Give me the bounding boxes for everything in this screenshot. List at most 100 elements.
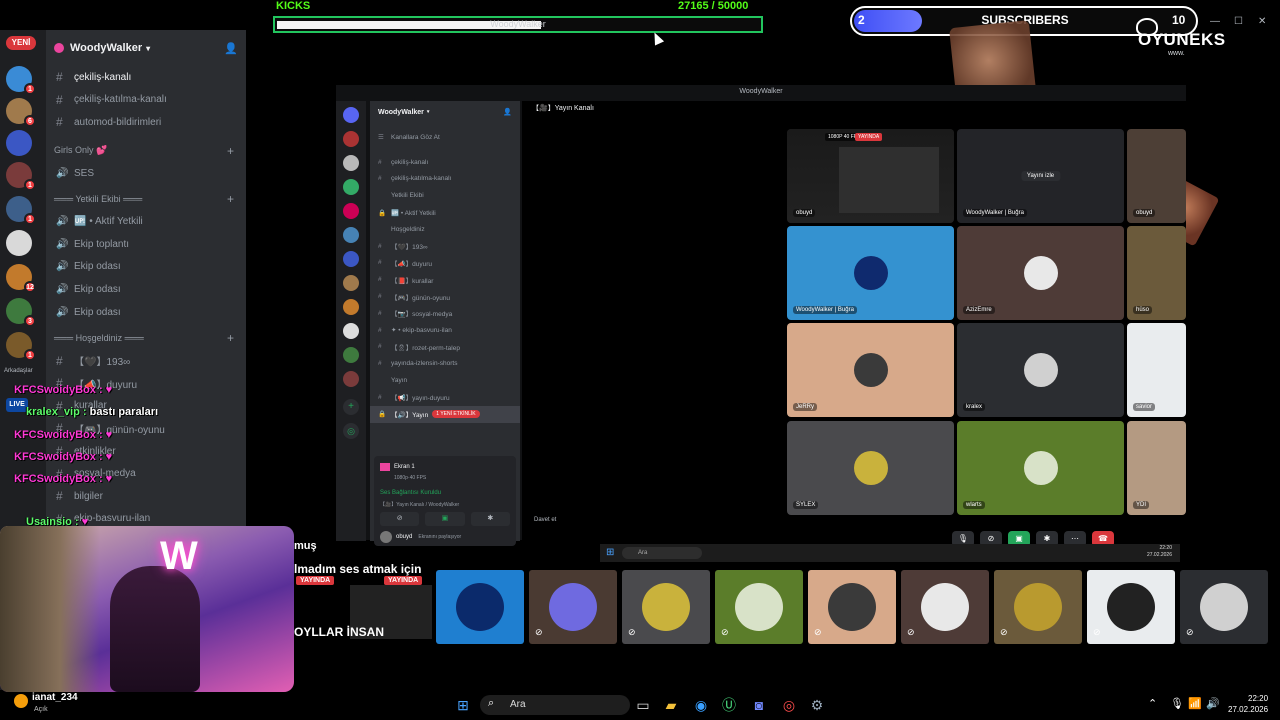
- maximize-icon[interactable]: ☐: [1234, 16, 1243, 27]
- volume-icon[interactable]: 🔊: [1206, 697, 1220, 710]
- server-icon[interactable]: 1: [6, 66, 36, 95]
- server-icon[interactable]: [343, 347, 359, 363]
- inner-channel[interactable]: # 【📕】kurallar: [370, 271, 520, 288]
- strip-participant-tile[interactable]: ⊘: [901, 570, 989, 644]
- taskbar-search[interactable]: Ara: [480, 695, 630, 715]
- inner-channel[interactable]: # ✦ • ekip-basvuru-ilan: [370, 322, 520, 339]
- category-girls-only[interactable]: Girls Only 💕 +: [46, 140, 246, 162]
- server-icon[interactable]: [6, 230, 32, 256]
- explore-icon[interactable]: ◎: [343, 423, 359, 439]
- network-icon[interactable]: 📶: [1188, 697, 1202, 710]
- inner-channel[interactable]: # yayında-izlensin-shorts: [370, 355, 520, 372]
- discord-icon[interactable]: ◙: [750, 696, 768, 714]
- inner-channel[interactable]: # 【📣】duyuru: [370, 255, 520, 272]
- windows-start-icon[interactable]: ⊞: [454, 696, 472, 714]
- activities-button[interactable]: ✱: [470, 512, 510, 526]
- obs-icon[interactable]: ◎: [780, 696, 798, 714]
- inner-voice-channel-active[interactable]: 🔒 【🔊】Yayın 1 YENİ ETKİNLİK: [370, 405, 520, 423]
- strip-participant-tile[interactable]: ⊘: [529, 570, 617, 644]
- taskbar-clock[interactable]: 22:20 27.02.2026: [1228, 693, 1268, 715]
- category-staff[interactable]: ═══ Yetkili Ekibi ═══ +: [46, 188, 246, 210]
- server-icon[interactable]: [343, 275, 359, 291]
- participant-tile[interactable]: kralex: [957, 323, 1124, 417]
- strip-participant-tile[interactable]: ⊘: [808, 570, 896, 644]
- channel-cekilis-kanali[interactable]: # çekiliş-kanalı: [46, 66, 246, 89]
- camera-off-button[interactable]: ⊘: [380, 512, 420, 526]
- server-icon[interactable]: [343, 251, 359, 267]
- task-view-icon[interactable]: ▭: [634, 696, 652, 714]
- add-server-icon[interactable]: +: [343, 399, 359, 415]
- participant-tile[interactable]: savior: [1127, 323, 1186, 417]
- voice-channel-ekip-odasi[interactable]: 🔊 Ekip odası: [46, 256, 246, 279]
- inner-channel[interactable]: # çekiliş-kanalı: [370, 154, 520, 171]
- server-icon[interactable]: 1: [6, 162, 36, 191]
- server-icon[interactable]: [6, 130, 32, 156]
- edge-icon[interactable]: ◉: [692, 696, 710, 714]
- server-icon[interactable]: 3: [6, 298, 36, 327]
- server-icon[interactable]: [343, 323, 359, 339]
- participant-tile[interactable]: wlarts: [957, 421, 1124, 515]
- server-icon[interactable]: 12: [6, 264, 36, 293]
- channel-193[interactable]: # 【🖤】193∞: [46, 349, 246, 372]
- minimize-icon[interactable]: —: [1210, 16, 1220, 27]
- participant-tile[interactable]: AzizEmre: [957, 226, 1124, 320]
- voice-channel-ekip-odasi[interactable]: 🔊 Ekip odası: [46, 278, 246, 301]
- server-icon[interactable]: [343, 179, 359, 195]
- strip-participant-tile[interactable]: ⊘: [715, 570, 803, 644]
- voice-channel-ses[interactable]: 🔊 SES: [46, 162, 246, 185]
- inner-category[interactable]: Hoşgeldiniz: [370, 221, 520, 238]
- strip-participant-tile[interactable]: ⊘: [994, 570, 1082, 644]
- file-explorer-icon[interactable]: ▰: [662, 696, 680, 714]
- inner-channel[interactable]: # 【📢】yayın-duyuru: [370, 389, 520, 406]
- participant-tile[interactable]: hüso: [1127, 226, 1186, 320]
- server-icon[interactable]: 1: [6, 196, 36, 225]
- strip-participant-tile[interactable]: ⊘: [1087, 570, 1175, 644]
- inner-server-header[interactable]: WoodyWalker ▾ 👤: [370, 101, 520, 123]
- close-icon[interactable]: ✕: [1258, 16, 1266, 27]
- channel-cekilis-katilma[interactable]: # çekiliş-katılma-kanalı: [46, 89, 246, 112]
- screen-share-button[interactable]: ▣: [425, 512, 465, 526]
- strip-participant-tile[interactable]: ⊘: [622, 570, 710, 644]
- strip-participant-tile[interactable]: ⊘: [1180, 570, 1268, 644]
- inner-channel[interactable]: 🔒 🆙 • Aktif Yetkili: [370, 204, 520, 221]
- server-icon[interactable]: 6: [6, 98, 36, 127]
- inner-channel[interactable]: # 【🎗】rozet-perm-talep: [370, 339, 520, 356]
- participant-tile[interactable]: Yayını izle WoodyWalker | Buğra: [957, 129, 1124, 223]
- browse-channels[interactable]: ☰ Kanallara Göz At: [370, 129, 520, 146]
- inner-channel[interactable]: # çekiliş-katılma-kanalı: [370, 171, 520, 188]
- inner-search[interactable]: Ara: [622, 547, 702, 559]
- server-icon[interactable]: [343, 227, 359, 243]
- participant-tile[interactable]: SYLEX: [787, 421, 954, 515]
- participant-tile[interactable]: YDI: [1127, 421, 1186, 515]
- add-user-icon[interactable]: 👤: [503, 108, 512, 116]
- server-icon[interactable]: [343, 155, 359, 171]
- inner-category[interactable]: Yetkili Ekibi: [370, 187, 520, 204]
- channel-automod[interactable]: # automod-bildirimleri: [46, 111, 246, 134]
- server-icon[interactable]: [343, 299, 359, 315]
- tray-chevron-icon[interactable]: ⌃: [1148, 697, 1157, 710]
- voice-channel-ekip-odasi[interactable]: 🔊 Ekip odası: [46, 301, 246, 324]
- invite-button[interactable]: Davet et: [534, 517, 556, 523]
- add-user-icon[interactable]: 👤: [224, 42, 238, 55]
- add-channel-icon[interactable]: +: [227, 331, 234, 345]
- inner-channel[interactable]: # 【📷】sosyal-medya: [370, 305, 520, 322]
- screen-share-source[interactable]: Ekran 1: [374, 460, 516, 474]
- add-channel-icon[interactable]: +: [227, 192, 234, 206]
- server-icon[interactable]: [343, 203, 359, 219]
- inner-category[interactable]: Yayın: [370, 372, 520, 389]
- participant-tile[interactable]: 1080P 40 FPS YAYINDA obuyd: [787, 129, 954, 223]
- inner-channel[interactable]: # 【🎮】günün-oyunu: [370, 288, 520, 305]
- participant-tile[interactable]: obuyd: [1127, 129, 1186, 223]
- category-welcome[interactable]: ═══ Hoşgeldiniz ═══ +: [46, 327, 246, 349]
- app-icon[interactable]: Ⓤ: [720, 696, 738, 714]
- strip-participant-tile[interactable]: [436, 570, 524, 644]
- inner-channel[interactable]: # 【🖤】193∞: [370, 238, 520, 255]
- discord-home-icon[interactable]: [343, 107, 359, 123]
- voice-user[interactable]: obuyd Ekranını paylaşıyor: [374, 530, 516, 544]
- steam-icon[interactable]: ⚙: [808, 696, 826, 714]
- windows-start-icon[interactable]: ⊞: [606, 547, 614, 558]
- microphone-icon[interactable]: 🎙: [1170, 697, 1184, 710]
- watch-stream-button[interactable]: Yayını izle: [1020, 171, 1061, 181]
- voice-channel-aktif-yetkili[interactable]: 🔊 🆙 • Aktif Yetkili: [46, 210, 246, 233]
- server-icon[interactable]: 1: [6, 332, 36, 361]
